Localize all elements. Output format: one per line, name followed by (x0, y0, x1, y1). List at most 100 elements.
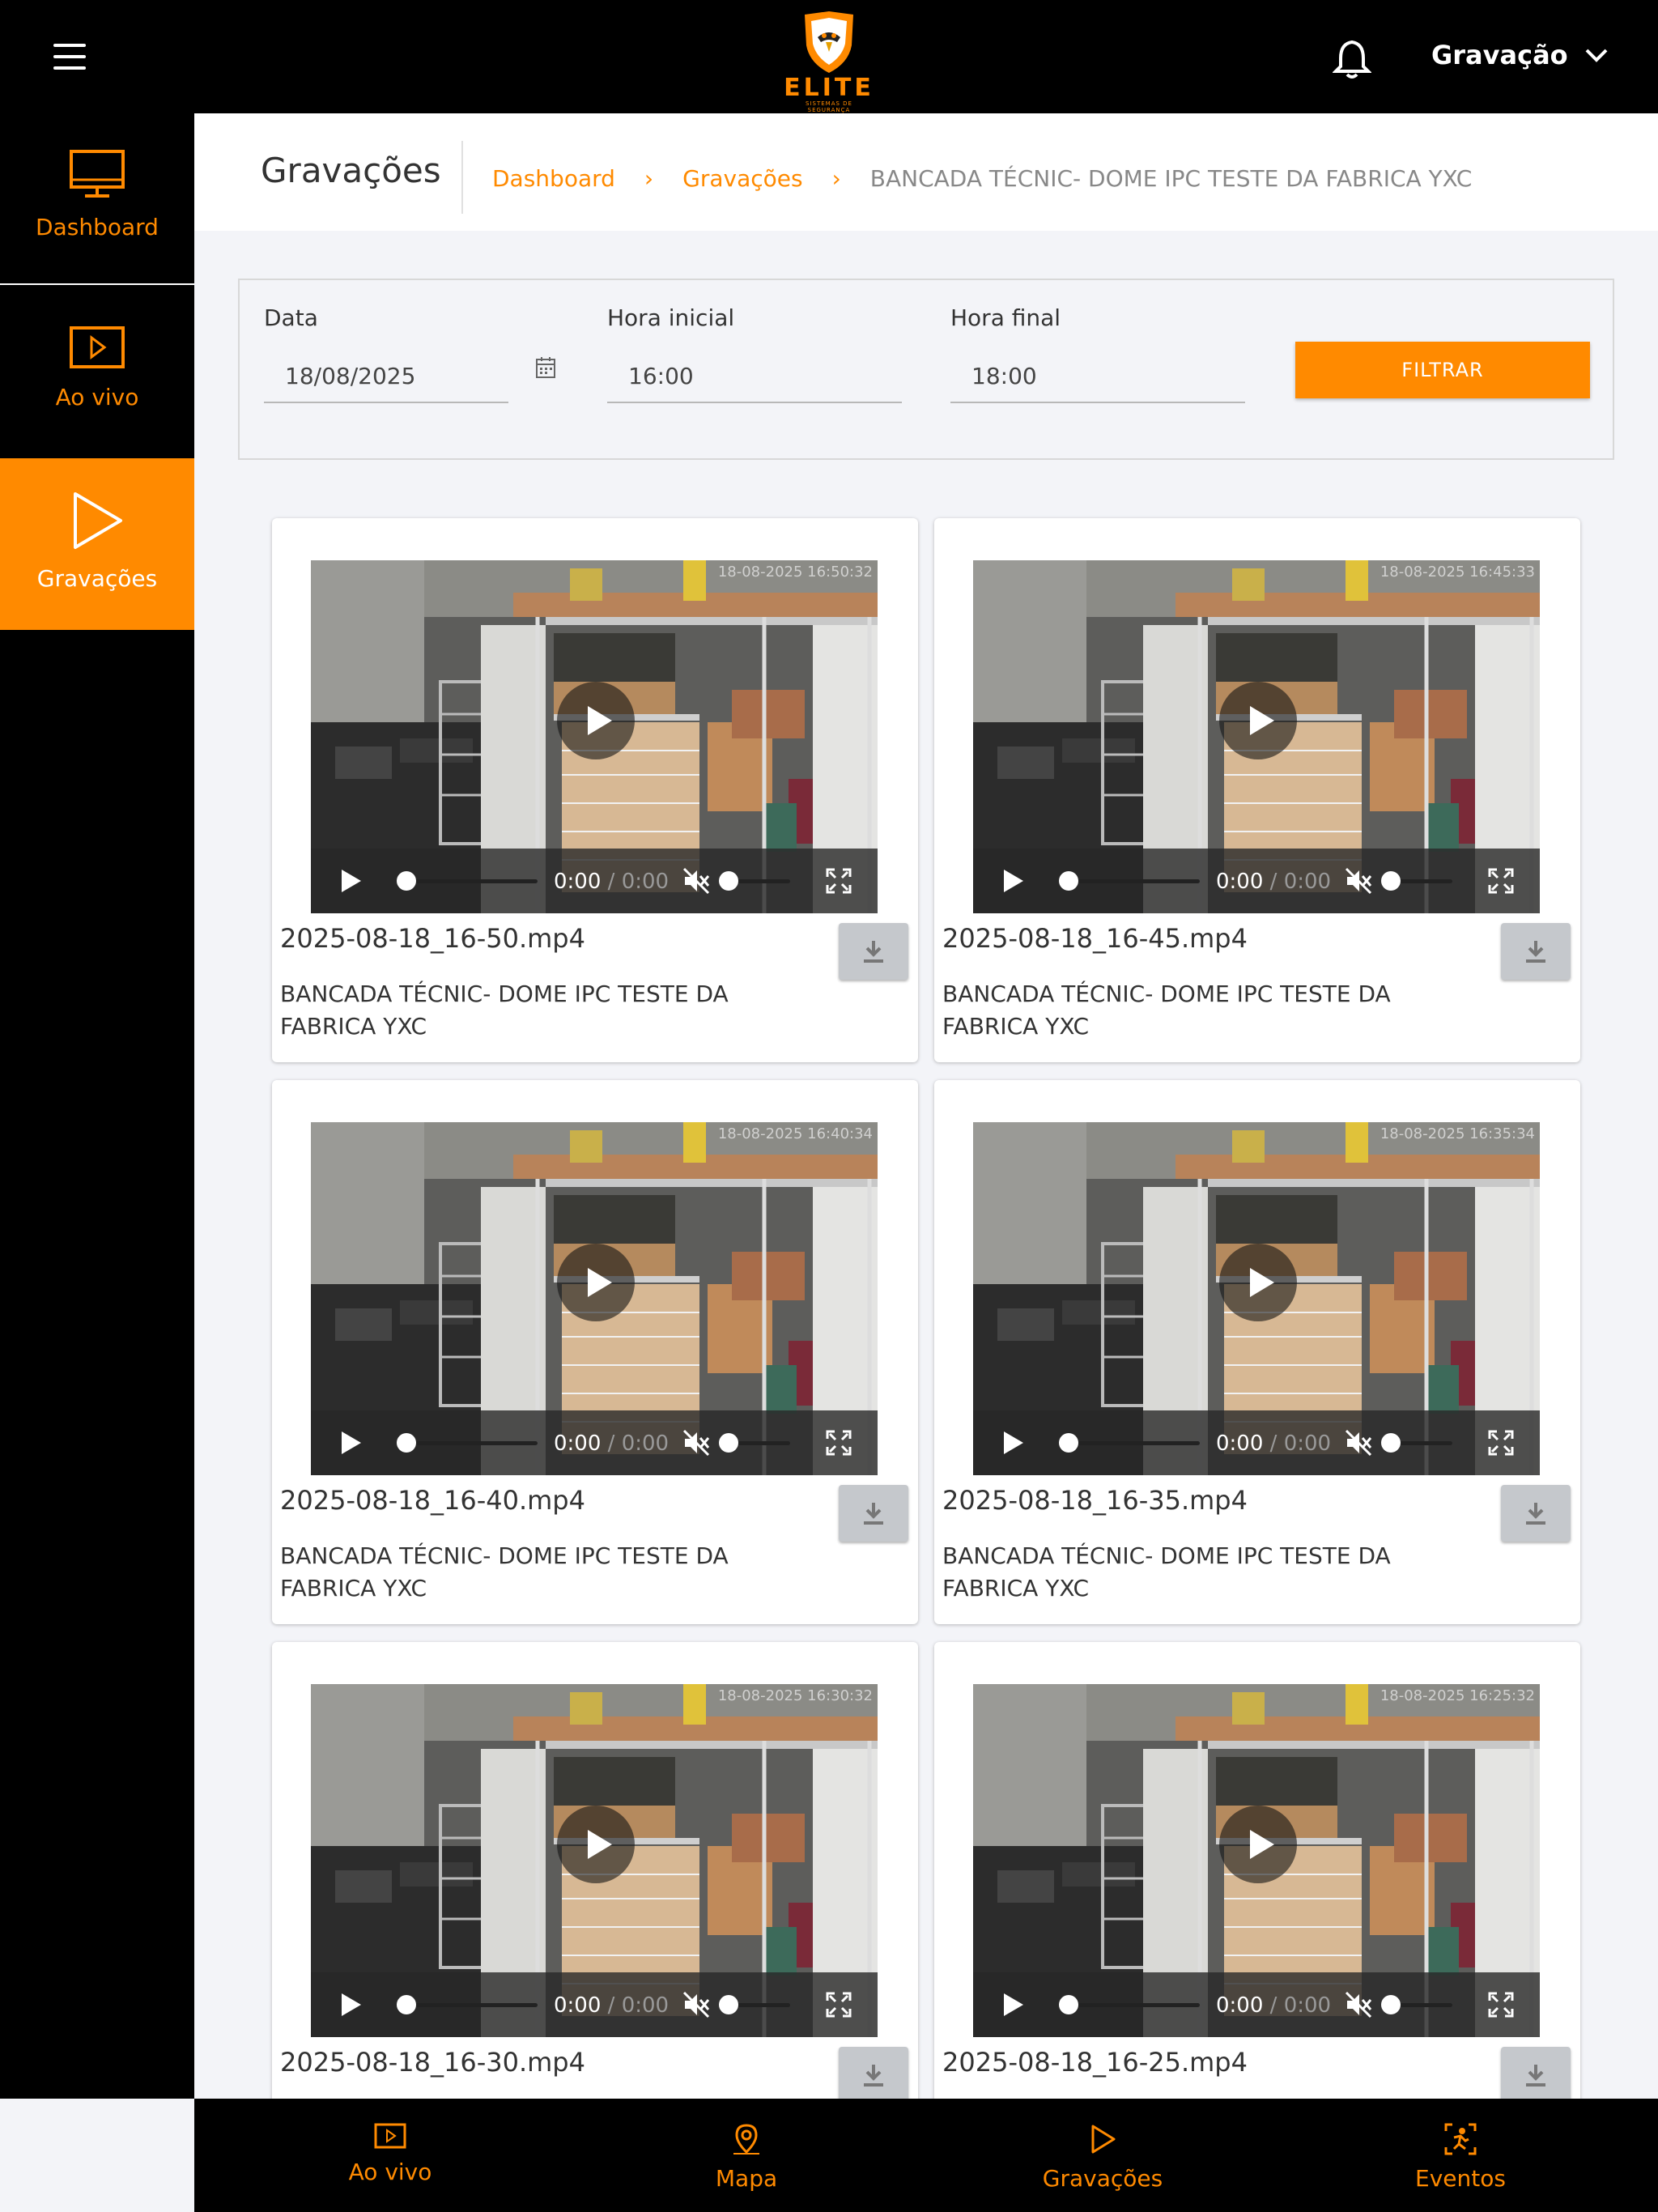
bottom-nav-label: Mapa (715, 2165, 778, 2192)
video-player[interactable]: 18-08-2025 16:25:32 0:00 / 0:00 (973, 1684, 1540, 2037)
volume-handle[interactable] (719, 1995, 738, 2014)
bottom-nav-eventos[interactable]: Eventos (1363, 2123, 1558, 2192)
file-name: 2025-08-18_16-45.mp4 (942, 923, 1248, 954)
volume-slider[interactable] (719, 1433, 790, 1453)
play-button[interactable] (1004, 1431, 1023, 1454)
seek-handle[interactable] (397, 1995, 416, 2014)
fullscreen-icon[interactable] (826, 868, 852, 894)
breadcrumb-dashboard[interactable]: Dashboard (492, 165, 615, 192)
seek-slider[interactable] (1059, 871, 1200, 891)
mute-icon[interactable] (682, 1428, 711, 1457)
date-input[interactable]: 18/08/2025 (264, 358, 508, 403)
recording-card: 18-08-2025 16:35:34 0:00 / 0:00 2025-08-… (934, 1080, 1580, 1624)
time-display: 0:00 / 0:00 (1216, 870, 1331, 894)
breadcrumb-gravacoes[interactable]: Gravações (682, 165, 802, 192)
duration: 0:00 (1283, 870, 1332, 894)
video-player[interactable]: 18-08-2025 16:50:32 0:00 / 0:00 (311, 560, 878, 913)
seek-handle[interactable] (397, 871, 416, 891)
download-button[interactable] (1501, 1485, 1571, 1542)
volume-slider[interactable] (1381, 871, 1452, 891)
page-title: Gravações (261, 151, 441, 190)
end-time-label: Hora final (950, 304, 1061, 331)
volume-slider[interactable] (719, 1995, 790, 2014)
time-display: 0:00 / 0:00 (554, 1431, 669, 1456)
mute-icon[interactable] (1344, 1428, 1373, 1457)
big-play-icon[interactable] (557, 1806, 635, 1883)
volume-handle[interactable] (719, 1433, 738, 1453)
bottom-nav-label: Gravações (1042, 2165, 1163, 2192)
video-player[interactable]: 18-08-2025 16:30:32 0:00 / 0:00 (311, 1684, 878, 2037)
play-icon (74, 492, 122, 549)
video-player[interactable]: 18-08-2025 16:35:34 0:00 / 0:00 (973, 1122, 1540, 1475)
mute-icon[interactable] (1344, 866, 1373, 895)
file-name: 2025-08-18_16-40.mp4 (280, 1485, 585, 1516)
fullscreen-icon[interactable] (1488, 1992, 1514, 2018)
big-play-icon[interactable] (557, 1244, 635, 1321)
top-bar: ELITE SISTEMAS DE SEGURANÇA Gravação (0, 0, 1658, 113)
filter-button[interactable]: FILTRAR (1295, 342, 1590, 398)
start-time-input[interactable]: 16:00 (607, 358, 902, 403)
video-controls: 0:00 / 0:00 (311, 1410, 878, 1475)
play-button[interactable] (342, 1993, 361, 2016)
play-button[interactable] (342, 870, 361, 892)
seek-handle[interactable] (1059, 1995, 1078, 2014)
big-play-icon[interactable] (557, 682, 635, 759)
mute-icon[interactable] (1344, 1990, 1373, 2019)
seek-handle[interactable] (397, 1433, 416, 1453)
camera-name: BANCADA TÉCNIC- DOME IPC TESTE DA FABRIC… (280, 981, 729, 1040)
sidebar-item-gravacoes[interactable]: Gravações (0, 458, 194, 630)
end-time-input[interactable]: 18:00 (950, 358, 1245, 403)
volume-handle[interactable] (1381, 1433, 1401, 1453)
user-menu[interactable]: Gravação (1431, 37, 1609, 73)
sidebar-item-ao-vivo[interactable]: Ao vivo (0, 285, 194, 457)
volume-handle[interactable] (1381, 1995, 1401, 2014)
notifications-bell-icon[interactable] (1332, 39, 1372, 79)
download-button[interactable] (1501, 923, 1571, 980)
volume-slider[interactable] (1381, 1995, 1452, 2014)
big-play-icon[interactable] (1219, 1244, 1297, 1321)
menu-icon[interactable] (53, 44, 86, 70)
download-button[interactable] (1501, 2047, 1571, 2104)
download-button[interactable] (839, 2047, 908, 2104)
volume-handle[interactable] (1381, 871, 1401, 891)
calendar-icon[interactable] (535, 356, 556, 379)
seek-slider[interactable] (1059, 1433, 1200, 1453)
download-button[interactable] (839, 1485, 908, 1542)
duration: 0:00 (621, 1993, 670, 2018)
bottom-nav-label: Ao vivo (348, 2159, 432, 2185)
download-button[interactable] (839, 923, 908, 980)
sidebar-item-dashboard[interactable]: Dashboard (0, 113, 194, 285)
duration: 0:00 (1283, 1431, 1332, 1456)
mute-icon[interactable] (682, 1990, 711, 2019)
play-button[interactable] (1004, 1993, 1023, 2016)
big-play-icon[interactable] (1219, 1806, 1297, 1883)
fullscreen-icon[interactable] (826, 1992, 852, 2018)
bottom-nav-gravacoes[interactable]: Gravações (1005, 2123, 1200, 2192)
time-display: 0:00 / 0:00 (554, 1993, 669, 2018)
video-player[interactable]: 18-08-2025 16:45:33 0:00 / 0:00 (973, 560, 1540, 913)
bottom-nav-mapa[interactable]: Mapa (649, 2123, 844, 2192)
volume-slider[interactable] (719, 871, 790, 891)
volume-handle[interactable] (719, 871, 738, 891)
volume-slider[interactable] (1381, 1433, 1452, 1453)
fullscreen-icon[interactable] (1488, 1430, 1514, 1456)
person-scan-icon (1444, 2123, 1477, 2155)
big-play-icon[interactable] (1219, 682, 1297, 759)
sidebar: Dashboard Ao vivo Gravações (0, 113, 194, 2099)
video-player[interactable]: 18-08-2025 16:40:34 0:00 / 0:00 (311, 1122, 878, 1475)
seek-handle[interactable] (1059, 871, 1078, 891)
seek-handle[interactable] (1059, 1433, 1078, 1453)
bottom-nav-ao-vivo[interactable]: Ao vivo (293, 2123, 487, 2185)
filter-panel: Data 18/08/2025 Hora inicial 16:00 Hora … (238, 279, 1614, 460)
fullscreen-icon[interactable] (1488, 868, 1514, 894)
play-button[interactable] (342, 1431, 361, 1454)
mute-icon[interactable] (682, 866, 711, 895)
seek-slider[interactable] (1059, 1995, 1200, 2014)
seek-slider[interactable] (397, 1433, 538, 1453)
current-time: 0:00 (1216, 1431, 1264, 1456)
fullscreen-icon[interactable] (826, 1430, 852, 1456)
seek-slider[interactable] (397, 1995, 538, 2014)
play-button[interactable] (1004, 870, 1023, 892)
seek-slider[interactable] (397, 871, 538, 891)
header-divider (461, 141, 463, 214)
